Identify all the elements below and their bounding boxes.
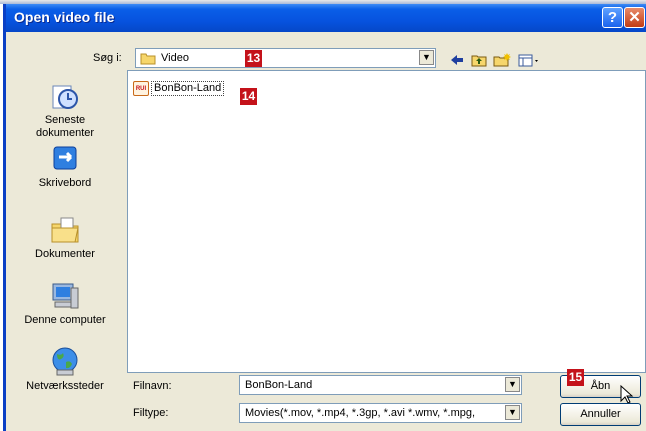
my-documents-icon: [51, 217, 79, 243]
annotation-badge: 14: [240, 88, 257, 105]
chevron-down-icon[interactable]: ▼: [505, 405, 520, 420]
place-label: Netværkssteder: [26, 380, 104, 392]
look-in-combo[interactable]: Video ▼: [135, 48, 436, 68]
up-folder-icon[interactable]: [471, 53, 487, 67]
back-arrow-icon[interactable]: [449, 53, 465, 67]
file-name: BonBon-Land: [151, 81, 225, 96]
open-button-label: Åbn: [590, 380, 611, 392]
open-file-dialog: Open video file ? ✕ Søg i: Video ▼ 13 Se…: [3, 4, 646, 431]
chevron-down-icon[interactable]: ▼: [419, 50, 434, 65]
help-button[interactable]: ?: [602, 7, 623, 28]
place-recent-documents[interactable]: Seneste dokumenter: [6, 80, 124, 140]
file-list[interactable]: RUI BonBon-Land 14: [127, 70, 646, 373]
filetype-value: Movies(*.mov, *.mp4, *.3gp, *.avi *.wmv,…: [245, 407, 476, 419]
places-bar: Seneste dokumenter Skrivebord Dokumenter: [6, 64, 124, 426]
folder-icon: [140, 53, 156, 65]
cancel-button[interactable]: Annuller: [560, 403, 641, 426]
desktop-icon: [53, 146, 77, 170]
look-in-value: Video: [161, 52, 189, 64]
video-file-icon: RUI: [133, 81, 149, 96]
chevron-down-icon[interactable]: ▼: [505, 377, 520, 392]
annotation-badge: 13: [245, 50, 262, 67]
filetype-select[interactable]: Movies(*.mov, *.mp4, *.3gp, *.avi *.wmv,…: [239, 403, 522, 423]
filename-field[interactable]: BonBon-Land ▼: [239, 375, 522, 395]
place-desktop[interactable]: Skrivebord: [6, 143, 124, 189]
place-label: Skrivebord: [38, 177, 92, 189]
annotation-badge: 15: [567, 369, 584, 386]
filename-label: Filnavn:: [133, 380, 172, 392]
close-button[interactable]: ✕: [624, 7, 645, 28]
title-bar[interactable]: Open video file ? ✕: [6, 4, 646, 32]
place-network[interactable]: Netværkssteder: [6, 346, 124, 392]
new-folder-icon[interactable]: [493, 53, 511, 67]
place-my-documents[interactable]: Dokumenter: [6, 214, 124, 260]
network-places-icon: [52, 347, 78, 376]
dialog-title: Open video file: [14, 9, 115, 25]
place-label: Dokumenter: [35, 248, 95, 260]
look-in-label: Søg i:: [93, 52, 122, 64]
cancel-button-label: Annuller: [580, 408, 621, 420]
recent-documents-icon: [52, 85, 78, 109]
filename-value: BonBon-Land: [245, 379, 313, 391]
mouse-cursor-icon: [620, 385, 634, 404]
place-my-computer[interactable]: Denne computer: [6, 280, 124, 326]
view-menu-icon[interactable]: [518, 53, 542, 67]
place-label: Denne computer: [24, 314, 106, 326]
filetype-label: Filtype:: [133, 407, 169, 419]
my-computer-icon: [52, 283, 79, 309]
place-label: Seneste dokumenter: [35, 114, 95, 139]
